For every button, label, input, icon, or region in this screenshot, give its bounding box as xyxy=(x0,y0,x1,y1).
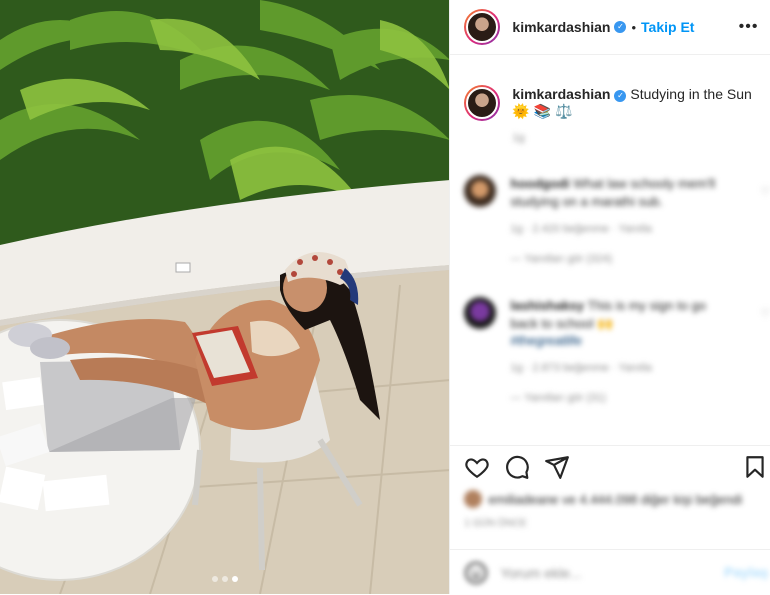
author-avatar[interactable] xyxy=(464,9,501,45)
caption-row: kimkardashian ✓ Studying in the Sun 🌞 📚 ⚖… xyxy=(464,85,752,144)
view-replies-link[interactable]: — Yanıtları gör (31) xyxy=(510,392,728,404)
comment-hashtag[interactable]: #thegreatlife xyxy=(510,333,728,348)
comments-list[interactable]: kimkardashian ✓ Studying in the Sun 🌞 📚 ⚖… xyxy=(450,55,770,445)
post-side-panel: kimkardashian ✓ • Takip Et ••• kimkardas… xyxy=(449,0,770,594)
post-comment-button[interactable]: Paylaş xyxy=(724,564,768,580)
carousel-indicator xyxy=(0,576,449,582)
author-username[interactable]: kimkardashian xyxy=(512,19,610,35)
verified-badge-icon: ✓ xyxy=(614,21,627,33)
view-replies-link[interactable]: — Yanıtları gör (324) xyxy=(510,253,728,265)
comment-like-heart-icon[interactable]: ♡ xyxy=(761,307,770,320)
like-heart-icon[interactable] xyxy=(464,454,490,480)
comment-username[interactable]: lashishaksy xyxy=(510,298,584,313)
post-header: kimkardashian ✓ • Takip Et ••• xyxy=(450,0,770,55)
likes-text[interactable]: emiliadeane ve 4.444.098 diğer kişi beğe… xyxy=(488,492,742,507)
save-bookmark-icon[interactable] xyxy=(742,454,768,480)
action-icons xyxy=(464,454,570,480)
caption-emojis: 🌞 📚 ⚖️ xyxy=(512,103,573,119)
comment-username[interactable]: hoodgodi xyxy=(510,176,569,191)
share-paper-plane-icon[interactable] xyxy=(544,454,570,480)
caption-username[interactable]: kimkardashian xyxy=(512,86,610,102)
comment-meta[interactable]: 1g · 2.873 beğenme · Yanıtla xyxy=(510,362,728,374)
caption-avatar[interactable] xyxy=(464,85,501,121)
comment-like-heart-icon[interactable]: ♡ xyxy=(761,185,770,198)
liker-avatar[interactable] xyxy=(464,490,483,508)
comment-bubble-icon[interactable] xyxy=(504,454,530,480)
instagram-post: kimkardashian ✓ • Takip Et ••• kimkardas… xyxy=(0,0,770,594)
caption-text-block: kimkardashian ✓ Studying in the Sun xyxy=(512,85,752,103)
caption-text: Studying in the Sun xyxy=(630,86,752,102)
carousel-dot xyxy=(211,576,218,582)
photo-illustration xyxy=(0,0,450,594)
likes-summary[interactable]: emiliadeane ve 4.444.098 diğer kişi beğe… xyxy=(464,490,742,508)
more-options-icon[interactable]: ••• xyxy=(739,18,759,36)
comment-item: lashishaksy This is my sign to go back t… xyxy=(464,297,770,404)
comment-input[interactable]: Yorum ekle... xyxy=(500,565,581,581)
comment-composer: Yorum ekle... Paylaş xyxy=(450,549,770,595)
follow-button[interactable]: Takip Et xyxy=(641,19,694,35)
comment-item: hoodgodi What law schooly mem'll studyin… xyxy=(464,175,770,265)
post-photo[interactable] xyxy=(0,0,450,594)
comment-meta[interactable]: 1g · 2.420 beğenme · Yanıtla xyxy=(510,223,728,235)
carousel-dot-active xyxy=(231,576,238,582)
comment-avatar[interactable] xyxy=(464,175,497,207)
emoji-smiley-icon[interactable] xyxy=(464,561,488,585)
header-separator: • xyxy=(631,19,637,35)
post-timestamp: 1 GÜN ÖNCE xyxy=(464,518,527,529)
post-actions: emiliadeane ve 4.444.098 diğer kişi beğe… xyxy=(450,445,770,550)
caption-time: 1g xyxy=(512,132,525,144)
carousel-dot xyxy=(221,576,228,582)
verified-badge-icon: ✓ xyxy=(614,90,627,102)
comment-avatar[interactable] xyxy=(464,297,497,329)
